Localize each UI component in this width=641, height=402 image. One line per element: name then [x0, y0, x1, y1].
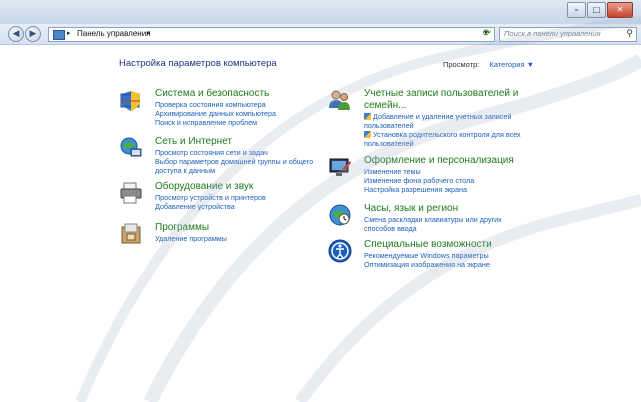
category-title-cont[interactable]: семейн... — [364, 100, 406, 112]
category-title[interactable]: Сеть и Интернет — [155, 136, 232, 148]
programs-box-icon — [121, 223, 141, 244]
category-title[interactable]: Учетные записи пользователей и — [364, 88, 518, 100]
address-bar[interactable]: ▸ Панель управления ▸ ▾ — [48, 27, 495, 42]
link-add-device[interactable]: Добавление устройства — [155, 202, 266, 211]
shield-computer-icon — [120, 91, 140, 111]
link-parental-controls[interactable]: Установка родительского контроля для все… — [364, 130, 521, 139]
link-change-keyboard[interactable]: Смена раскладки клавиатуры или других — [364, 215, 502, 224]
view-category-dropdown[interactable]: Категория ▼ — [489, 60, 534, 69]
search-input[interactable]: Поиск в панели управления ⚲ — [499, 27, 637, 42]
category-links: Смена раскладки клавиатуры или других сп… — [364, 215, 502, 233]
link-change-keyboard-cont[interactable]: способов ввода — [364, 224, 502, 233]
category-links: Просмотр состояния сети и задач Выбор па… — [155, 148, 313, 175]
users-icon — [329, 90, 350, 110]
accessibility-icon — [328, 239, 352, 263]
breadcrumb-control-panel[interactable]: Панель управления — [77, 29, 151, 38]
link-add-remove-accounts[interactable]: Добавление и удаление учетных записей — [364, 112, 521, 121]
category-links: Добавление и удаление учетных записей по… — [364, 112, 521, 148]
search-placeholder: Поиск в панели управления — [504, 29, 601, 38]
title-bar: – □ ✕ — [0, 0, 641, 24]
category-title[interactable]: Оформление и персонализация — [364, 155, 514, 167]
network-globe-icon — [120, 137, 142, 157]
category-title[interactable]: Система и безопасность — [155, 88, 269, 100]
search-icon[interactable]: ⚲ — [626, 28, 633, 39]
link-backup-computer[interactable]: Архивирование данных компьютера — [155, 109, 276, 118]
category-title[interactable]: Специальные возможности — [364, 239, 492, 251]
window-controls: – □ ✕ — [567, 2, 633, 18]
view-label: Просмотр: — [443, 60, 480, 69]
minimize-button[interactable]: – — [567, 2, 586, 18]
clock-globe-icon — [329, 204, 351, 226]
refresh-icon[interactable]: ⟳ — [481, 28, 493, 40]
link-add-remove-accounts-cont[interactable]: пользователей — [364, 121, 521, 130]
control-panel-window: – □ ✕ ◀ ▶ ▸ Панель управления ▸ ▾ ⟳ Поис… — [0, 0, 641, 402]
page-title: Настройка параметров компьютера — [119, 58, 277, 69]
category-links: Изменение темы Изменение фона рабочего с… — [364, 167, 474, 194]
close-button[interactable]: ✕ — [607, 2, 633, 18]
link-screen-resolution[interactable]: Настройка разрешения экрана — [364, 185, 474, 194]
link-uninstall-program[interactable]: Удаление программы — [155, 234, 227, 243]
link-optimize-display[interactable]: Оптимизация изображения на экране — [364, 260, 490, 269]
back-arrow-icon[interactable]: ◀ — [8, 26, 24, 42]
link-change-background[interactable]: Изменение фона рабочего стола — [364, 176, 474, 185]
breadcrumb-separator: ▸ — [67, 30, 71, 37]
link-find-fix-problems[interactable]: Поиск и исправление проблем — [155, 118, 276, 127]
forward-arrow-icon[interactable]: ▶ — [25, 26, 41, 42]
control-panel-icon — [53, 30, 65, 40]
link-homegroup-options[interactable]: Выбор параметров домашней группы и общег… — [155, 157, 313, 166]
category-title[interactable]: Часы, язык и регион — [364, 203, 458, 215]
category-links: Удаление программы — [155, 234, 227, 243]
link-check-computer-status[interactable]: Проверка состояния компьютера — [155, 100, 276, 109]
printer-icon — [120, 182, 142, 204]
main-content: Настройка параметров компьютера Просмотр… — [0, 45, 641, 402]
maximize-button[interactable]: □ — [587, 2, 606, 18]
link-recommended-settings[interactable]: Рекомендуемые Windows параметры — [364, 251, 490, 260]
category-links: Просмотр устройств и принтеров Добавлени… — [155, 193, 266, 211]
breadcrumb-separator[interactable]: ▸ — [147, 29, 151, 37]
category-title[interactable]: Программы — [155, 222, 209, 234]
link-devices-printers[interactable]: Просмотр устройств и принтеров — [155, 193, 266, 202]
category-title[interactable]: Оборудование и звук — [155, 181, 253, 193]
category-links: Проверка состояния компьютера Архивирова… — [155, 100, 276, 127]
link-change-theme[interactable]: Изменение темы — [364, 167, 474, 176]
view-selector: Просмотр: Категория ▼ — [443, 60, 534, 69]
category-links: Рекомендуемые Windows параметры Оптимиза… — [364, 251, 490, 269]
link-parental-controls-cont[interactable]: пользователей — [364, 139, 521, 148]
monitor-paint-icon — [329, 158, 351, 176]
link-view-network-status[interactable]: Просмотр состояния сети и задач — [155, 148, 313, 157]
navigation-bar: ◀ ▶ ▸ Панель управления ▸ ▾ ⟳ Поиск в па… — [0, 24, 641, 45]
link-data-sharing[interactable]: доступа к данным — [155, 166, 313, 175]
